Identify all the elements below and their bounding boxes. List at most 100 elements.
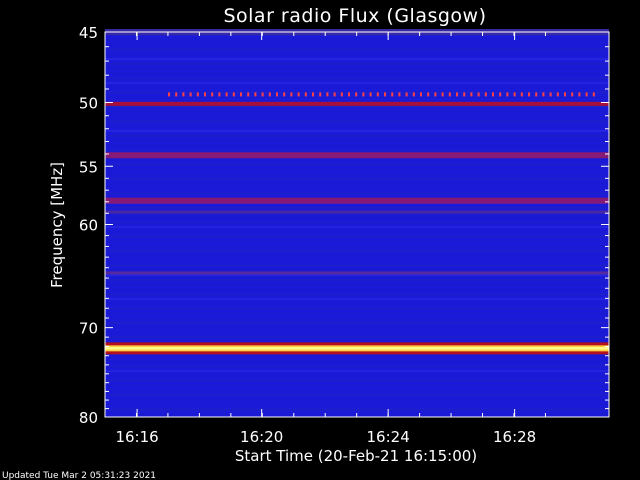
burst-spike — [434, 92, 437, 97]
texture-stripe — [105, 43, 609, 46]
burst-spike — [326, 92, 329, 97]
y-tick-label: 70 — [79, 320, 98, 338]
burst-spike — [528, 92, 530, 97]
x-tick-label: 16:24 — [367, 428, 410, 446]
y-tick-label: 60 — [79, 217, 98, 235]
texture-stripe — [105, 168, 609, 171]
texture-stripe — [105, 144, 609, 147]
texture-stripe — [105, 278, 609, 281]
burst-spike — [448, 92, 451, 97]
band — [105, 101, 609, 106]
y-axis-label: Frequency [MHz] — [48, 162, 66, 288]
texture-stripe — [105, 384, 609, 387]
texture-stripe — [105, 48, 609, 51]
burst-spike — [463, 92, 466, 97]
burst-spike — [484, 92, 487, 97]
texture-stripe — [105, 317, 609, 320]
texture-stripe — [105, 192, 609, 195]
texture-stripe — [105, 312, 609, 315]
band — [105, 210, 609, 214]
texture-stripe — [105, 110, 609, 113]
texture-stripe — [105, 264, 609, 267]
burst-spike — [297, 92, 300, 97]
texture-stripe — [105, 288, 609, 291]
texture-stripe — [105, 235, 609, 238]
burst-spike — [182, 92, 185, 97]
texture-stripe — [105, 283, 609, 286]
texture-stripe — [105, 182, 609, 185]
burst-spike — [175, 92, 178, 97]
burst-spike — [412, 92, 415, 97]
texture-stripe — [105, 163, 609, 166]
texture-stripe — [105, 86, 609, 89]
y-tick-label: 45 — [79, 24, 98, 42]
band — [105, 197, 609, 204]
texture-stripe — [105, 62, 609, 65]
texture-stripe — [105, 403, 609, 406]
burst-spike — [232, 92, 235, 97]
plot-area — [104, 29, 610, 418]
burst-spike — [225, 92, 228, 97]
texture-stripe — [105, 221, 609, 224]
burst-spike — [369, 92, 372, 97]
texture-stripe — [105, 394, 609, 396]
texture-stripe — [105, 206, 609, 209]
texture-stripe — [105, 187, 609, 190]
texture-stripe — [105, 326, 609, 329]
burst-spike — [290, 92, 293, 97]
texture-stripe — [105, 293, 609, 296]
burst-spike — [506, 92, 509, 97]
burst-spike — [240, 92, 242, 97]
burst-spike — [513, 92, 516, 97]
texture-stripe — [105, 336, 609, 339]
texture-stripe — [105, 240, 609, 243]
texture-stripe — [105, 389, 609, 392]
texture-stripe — [105, 379, 609, 382]
burst-spike — [420, 92, 422, 97]
texture-stripe — [105, 226, 609, 228]
x-tick-label: 16:16 — [115, 428, 158, 446]
burst-spike — [535, 92, 538, 97]
texture-stripe — [105, 58, 609, 60]
burst-spike — [592, 92, 595, 97]
texture-stripe — [105, 408, 609, 411]
texture-stripe — [105, 254, 609, 257]
texture-stripe — [105, 178, 609, 180]
burst-spike — [499, 92, 502, 97]
burst-spike — [456, 92, 458, 97]
y-tick-label: 50 — [79, 95, 98, 113]
texture-stripe — [105, 149, 609, 152]
texture-stripe — [105, 173, 609, 176]
texture-stripe — [105, 370, 609, 372]
burst-spike — [405, 92, 408, 97]
texture-stripe — [105, 158, 609, 161]
texture-stripe — [105, 38, 609, 41]
texture-stripe — [105, 115, 609, 118]
burst-spike — [312, 92, 314, 97]
burst-spike — [247, 92, 250, 97]
burst-spike — [441, 92, 444, 97]
texture-stripe — [105, 96, 609, 99]
burst-spike — [268, 92, 271, 97]
burst-spike — [261, 92, 264, 97]
burst-spike — [348, 92, 350, 97]
burst-spike — [304, 92, 307, 97]
frequency-bands — [105, 29, 609, 416]
texture-stripe — [105, 331, 609, 334]
texture-stripe — [105, 250, 609, 252]
texture-stripe — [105, 269, 609, 272]
y-tick-label: 80 — [79, 409, 98, 427]
x-tick-label: 16:20 — [240, 428, 283, 446]
texture-stripe — [105, 67, 609, 70]
texture-stripe — [105, 298, 609, 300]
x-axis-label: Start Time (20-Feb-21 16:15:00) — [235, 447, 477, 465]
texture-stripe — [105, 130, 609, 132]
x-tick-label: 16:28 — [493, 428, 536, 446]
burst-spike — [398, 92, 401, 97]
texture-stripe — [105, 216, 609, 219]
burst-spike — [571, 92, 574, 97]
texture-stripe — [105, 360, 609, 363]
band — [105, 271, 609, 275]
burst-spike — [333, 92, 336, 97]
burst-spike — [283, 92, 286, 97]
